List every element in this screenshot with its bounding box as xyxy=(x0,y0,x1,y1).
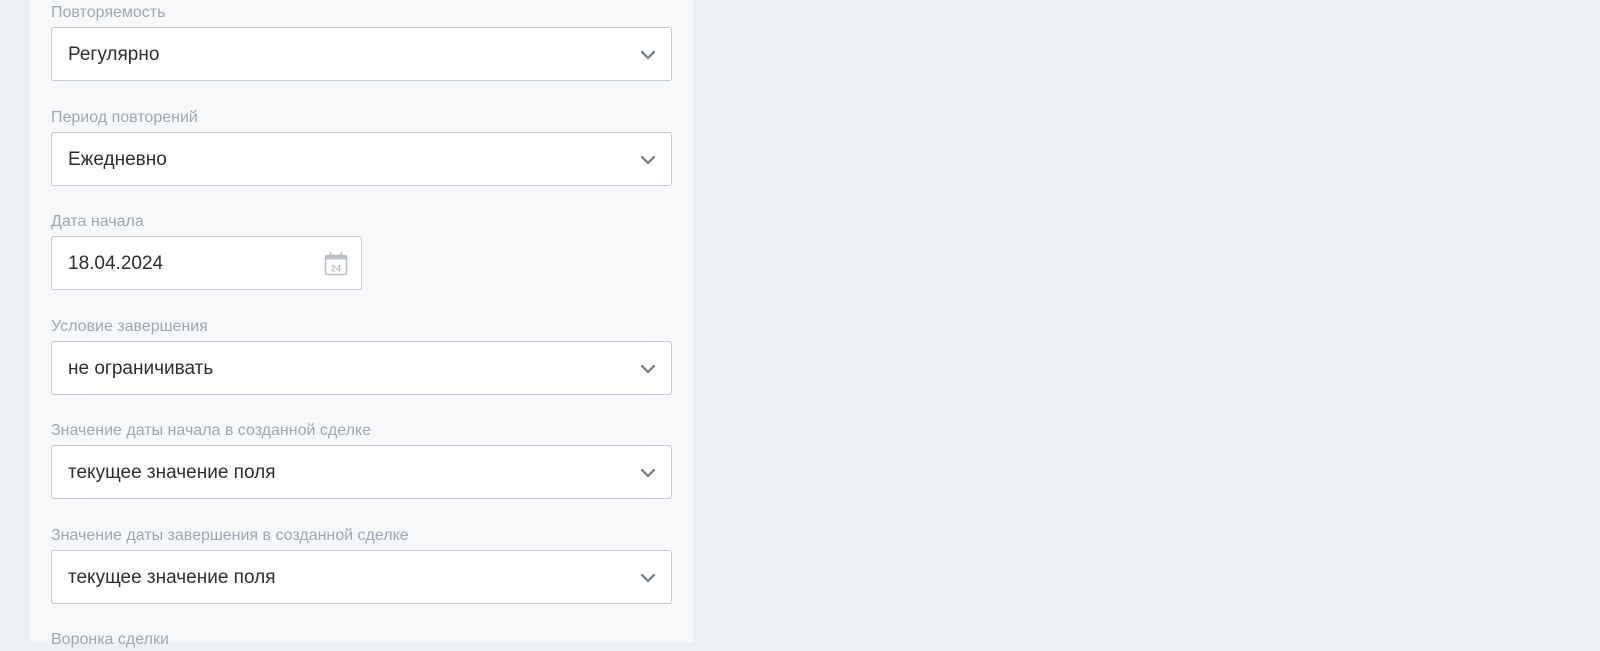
start-date-value: 18.04.2024 xyxy=(68,253,164,274)
deal-end-date-select[interactable]: текущее значение поля xyxy=(51,550,672,604)
chevron-down-icon xyxy=(640,468,656,478)
end-condition-select[interactable]: не ограничивать xyxy=(51,341,672,395)
repeat-period-field: Период повторений Ежедневно xyxy=(51,107,672,186)
end-condition-label: Условие завершения xyxy=(51,318,208,335)
repeatability-field: Повторяемость Регулярно xyxy=(51,2,672,81)
deal-end-date-label: Значение даты завершения в созданной сде… xyxy=(51,527,409,544)
calendar-icon[interactable]: 24 xyxy=(324,252,348,276)
calendar-day-text: 24 xyxy=(331,264,341,274)
chevron-down-icon xyxy=(640,50,656,60)
deal-start-date-value: текущее значение поля xyxy=(68,462,276,483)
deal-pipeline-label: Воронка сделки xyxy=(51,631,169,648)
start-date-field: Дата начала 18.04.2024 24 xyxy=(51,211,362,290)
end-condition-field: Условие завершения не ограничивать xyxy=(51,316,672,395)
repeat-period-label: Период повторений xyxy=(51,109,198,126)
start-date-label: Дата начала xyxy=(51,213,144,230)
chevron-down-icon xyxy=(640,573,656,583)
repeatability-value: Регулярно xyxy=(68,44,160,65)
deal-pipeline-field: Воронка сделки xyxy=(51,629,169,651)
repeat-period-select[interactable]: Ежедневно xyxy=(51,132,672,186)
end-condition-value: не ограничивать xyxy=(68,358,214,379)
deal-end-date-value: текущее значение поля xyxy=(68,567,276,588)
deal-end-date-field: Значение даты завершения в созданной сде… xyxy=(51,525,672,604)
start-date-input[interactable]: 18.04.2024 24 xyxy=(51,236,362,290)
repeat-period-value: Ежедневно xyxy=(68,149,167,170)
repeatability-select[interactable]: Регулярно xyxy=(51,27,672,81)
chevron-down-icon xyxy=(640,155,656,165)
chevron-down-icon xyxy=(640,364,656,374)
deal-start-date-label: Значение даты начала в созданной сделке xyxy=(51,422,371,439)
repeatability-label: Повторяемость xyxy=(51,4,166,21)
deal-start-date-field: Значение даты начала в созданной сделке … xyxy=(51,420,672,499)
form-panel: Повторяемость Регулярно Период повторени… xyxy=(30,0,693,648)
deal-start-date-select[interactable]: текущее значение поля xyxy=(51,445,672,499)
